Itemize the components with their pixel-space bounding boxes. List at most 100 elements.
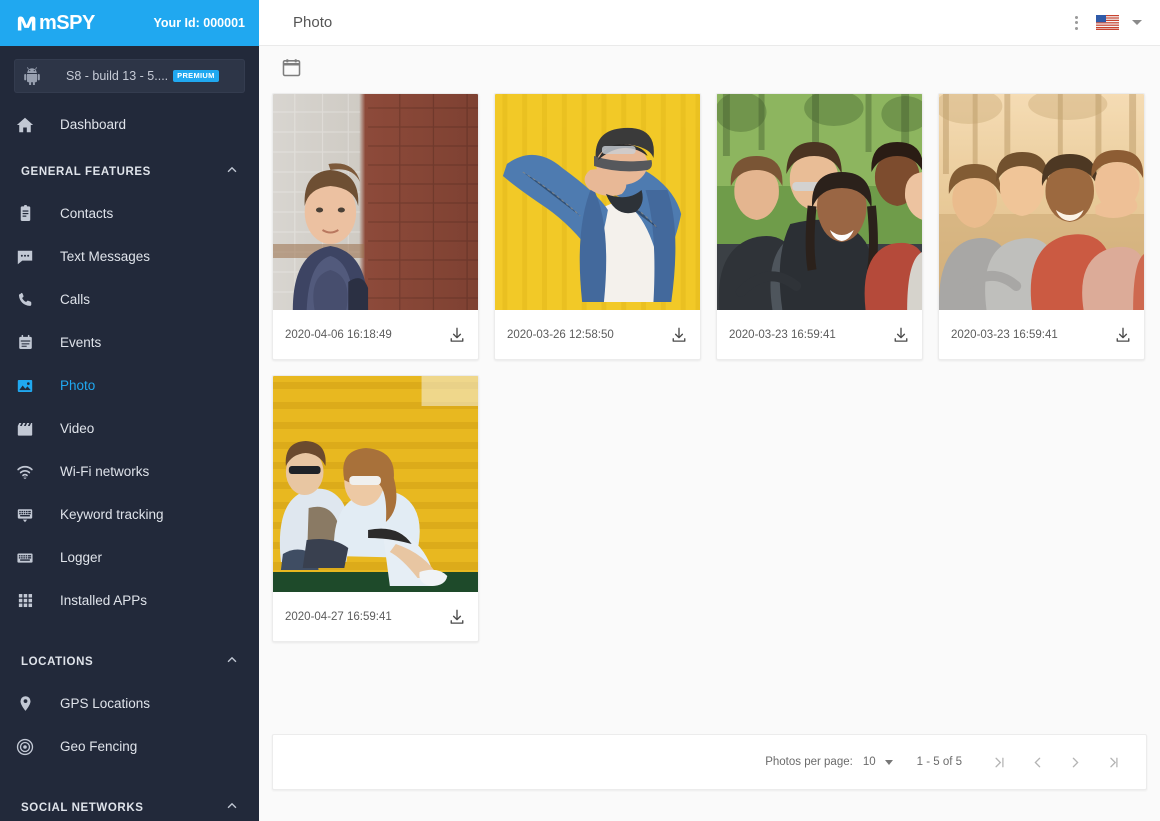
- calendar-icon: [15, 333, 35, 353]
- photo-timestamp: 2020-03-23 16:59:41: [729, 329, 836, 341]
- sidebar-item-label: Calls: [60, 292, 90, 307]
- sidebar-item-geo-fencing[interactable]: Geo Fencing: [0, 725, 259, 768]
- sidebar-item-label: Geo Fencing: [60, 739, 137, 754]
- sidebar-item-keyword-tracking[interactable]: Keyword tracking: [0, 493, 259, 536]
- sidebar-nav: Dashboard GENERAL FEATURES Contacts T: [0, 93, 259, 821]
- chevron-up-icon: [225, 163, 239, 182]
- home-icon: [15, 115, 35, 135]
- toolbar: [272, 46, 1147, 93]
- brand-name: mSPY: [39, 12, 95, 35]
- brand-logo[interactable]: mSPY: [17, 12, 95, 35]
- paginator: Photos per page: 10 1 - 5 of 5: [272, 734, 1147, 790]
- map-pin-icon: [15, 694, 35, 714]
- sidebar-item-dashboard[interactable]: Dashboard: [0, 103, 259, 146]
- photo-card[interactable]: 2020-04-06 16:18:49: [272, 93, 479, 360]
- sidebar-item-label: Video: [60, 421, 94, 436]
- photo-timestamp: 2020-03-23 16:59:41: [951, 329, 1058, 341]
- download-icon[interactable]: [892, 326, 910, 344]
- sidebar-item-label: Contacts: [60, 206, 113, 221]
- photo-card-footer: 2020-04-27 16:59:41: [273, 592, 478, 641]
- keyboard-tracking-icon: [15, 505, 35, 525]
- caret-down-icon[interactable]: [1132, 20, 1142, 25]
- per-page-select[interactable]: 10: [863, 756, 893, 768]
- per-page-label: Photos per page:: [765, 756, 853, 768]
- sidebar-item-events[interactable]: Events: [0, 321, 259, 364]
- sidebar-spacer: [0, 768, 259, 782]
- brand-header: mSPY Your Id: 000001: [0, 0, 259, 46]
- device-name: S8 - build 13 - 5....: [66, 69, 168, 83]
- per-page-value: 10: [863, 756, 876, 768]
- download-icon[interactable]: [670, 326, 688, 344]
- us-flag-icon[interactable]: [1096, 15, 1119, 30]
- target-icon: [15, 737, 35, 757]
- sidebar-item-gps-locations[interactable]: GPS Locations: [0, 682, 259, 725]
- sidebar-item-text-messages[interactable]: Text Messages: [0, 235, 259, 278]
- message-icon: [15, 247, 35, 267]
- sidebar: mSPY Your Id: 000001 S8 - bu: [0, 0, 259, 821]
- chevron-up-icon: [225, 799, 239, 818]
- wifi-icon: [15, 462, 35, 482]
- sidebar-item-label: Text Messages: [60, 249, 150, 264]
- sidebar-section-general-features[interactable]: GENERAL FEATURES: [0, 152, 259, 192]
- user-id-label: Your Id: 000001: [154, 16, 245, 30]
- content-area: 2020-04-06 16:18:49: [259, 46, 1160, 821]
- calendar-icon[interactable]: [281, 57, 302, 83]
- photo-card[interactable]: 2020-03-26 12:58:50: [494, 93, 701, 360]
- sidebar-section-social-networks[interactable]: SOCIAL NETWORKS: [0, 788, 259, 821]
- device-selector[interactable]: S8 - build 13 - 5.... PREMIUM: [14, 59, 245, 93]
- last-page-button[interactable]: [1094, 743, 1132, 781]
- grid-apps-icon: [15, 591, 35, 611]
- sidebar-item-photo[interactable]: Photo: [0, 364, 259, 407]
- sidebar-spacer: [0, 622, 259, 636]
- contacts-icon: [15, 204, 35, 224]
- photo-thumbnail[interactable]: [273, 94, 478, 310]
- kebab-menu-icon[interactable]: [1070, 12, 1083, 34]
- sidebar-item-label: Events: [60, 335, 101, 350]
- sidebar-item-installed-apps[interactable]: Installed APPs: [0, 579, 259, 622]
- photo-card-footer: 2020-04-06 16:18:49: [273, 310, 478, 359]
- download-icon[interactable]: [448, 326, 466, 344]
- photo-card-footer: 2020-03-23 16:59:41: [717, 310, 922, 359]
- photo-card-footer: 2020-03-23 16:59:41: [939, 310, 1144, 359]
- caret-down-icon: [885, 760, 893, 765]
- sidebar-item-label: GPS Locations: [60, 696, 150, 711]
- photo-grid: 2020-04-06 16:18:49: [272, 93, 1147, 642]
- photo-card[interactable]: 2020-03-23 16:59:41: [716, 93, 923, 360]
- video-icon: [15, 419, 35, 439]
- main-area: Photo: [259, 0, 1160, 821]
- sidebar-item-contacts[interactable]: Contacts: [0, 192, 259, 235]
- photo-thumbnail[interactable]: [495, 94, 700, 310]
- page-title: Photo: [293, 14, 332, 31]
- sidebar-item-calls[interactable]: Calls: [0, 278, 259, 321]
- section-title: LOCATIONS: [21, 656, 93, 668]
- photo-thumbnail[interactable]: [273, 376, 478, 592]
- sidebar-item-wifi-networks[interactable]: Wi-Fi networks: [0, 450, 259, 493]
- photo-card[interactable]: 2020-03-23 16:59:41: [938, 93, 1145, 360]
- sidebar-item-label: Dashboard: [60, 117, 126, 132]
- photo-thumbnail[interactable]: [939, 94, 1144, 310]
- first-page-button[interactable]: [980, 743, 1018, 781]
- download-icon[interactable]: [448, 608, 466, 626]
- photo-thumbnail[interactable]: [717, 94, 922, 310]
- section-title: GENERAL FEATURES: [21, 166, 151, 178]
- photo-icon: [15, 376, 35, 396]
- prev-page-button[interactable]: [1018, 743, 1056, 781]
- sidebar-item-label: Photo: [60, 378, 95, 393]
- android-icon: [24, 67, 40, 85]
- sidebar-item-label: Wi-Fi networks: [60, 464, 149, 479]
- sidebar-item-label: Keyword tracking: [60, 507, 164, 522]
- mspy-logo-icon: [17, 15, 38, 32]
- app-root: mSPY Your Id: 000001 S8 - bu: [0, 0, 1160, 821]
- download-icon[interactable]: [1114, 326, 1132, 344]
- sidebar-item-label: Logger: [60, 550, 102, 565]
- sidebar-item-label: Installed APPs: [60, 593, 147, 608]
- sidebar-item-logger[interactable]: Logger: [0, 536, 259, 579]
- sidebar-item-video[interactable]: Video: [0, 407, 259, 450]
- page-range-label: 1 - 5 of 5: [917, 756, 962, 768]
- sidebar-section-locations[interactable]: LOCATIONS: [0, 642, 259, 682]
- photo-timestamp: 2020-03-26 12:58:50: [507, 329, 614, 341]
- photo-card[interactable]: 2020-04-27 16:59:41: [272, 375, 479, 642]
- next-page-button[interactable]: [1056, 743, 1094, 781]
- photo-timestamp: 2020-04-27 16:59:41: [285, 611, 392, 623]
- section-title: SOCIAL NETWORKS: [21, 802, 144, 814]
